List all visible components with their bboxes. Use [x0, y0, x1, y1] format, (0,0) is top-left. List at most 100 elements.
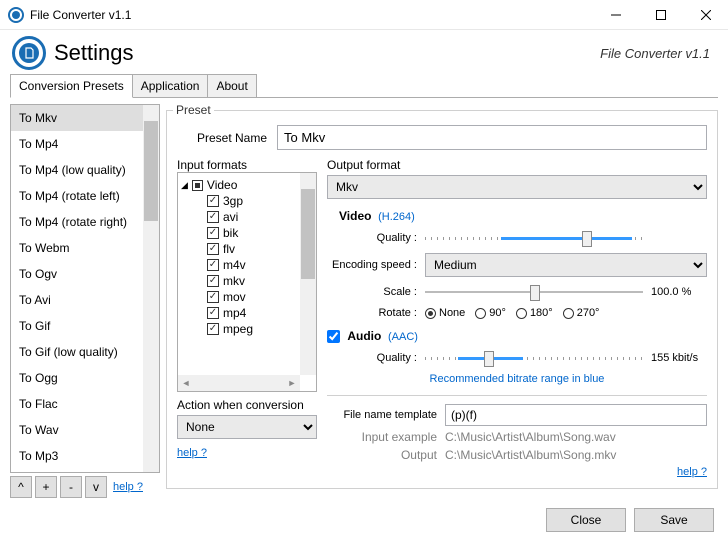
preset-group-title: Preset: [173, 103, 214, 117]
tree-tristate-checkbox[interactable]: [192, 180, 203, 191]
move-up-button[interactable]: ^: [10, 476, 32, 498]
checkbox-icon[interactable]: ✓: [207, 211, 219, 223]
output-example-label: Output: [327, 448, 437, 462]
preset-item[interactable]: To Webm: [11, 235, 159, 261]
output-format-label: Output format: [327, 158, 707, 172]
titlebar: File Converter v1.1: [0, 0, 728, 30]
checkbox-icon[interactable]: ✓: [207, 323, 219, 335]
input-formats-tree[interactable]: ◢ Video ✓3gp✓avi✓bik✓flv✓m4v✓mkv✓mov✓mp4…: [177, 172, 317, 392]
scrollbar[interactable]: [300, 173, 316, 375]
audio-section-head: Audio (AAC): [327, 329, 707, 343]
scrollbar-h[interactable]: ◄►: [178, 375, 300, 391]
preset-item[interactable]: To Mp4 (low quality): [11, 157, 159, 183]
rotate-label: Rotate :: [327, 307, 417, 319]
input-formats-label: Input formats: [177, 158, 317, 172]
scrollbar[interactable]: [143, 105, 159, 472]
tree-root-label: Video: [207, 178, 237, 192]
preset-help-link[interactable]: help ?: [113, 481, 143, 493]
filename-template-label: File name template: [327, 409, 437, 421]
preset-item[interactable]: To Avi: [11, 287, 159, 313]
radio-icon[interactable]: [516, 308, 527, 319]
preset-item[interactable]: To Wav: [11, 417, 159, 443]
rotate-option[interactable]: 180°: [516, 307, 553, 319]
preset-item[interactable]: To Ogv: [11, 261, 159, 287]
rotate-option[interactable]: None: [425, 307, 465, 319]
app-logo-icon: [12, 36, 46, 70]
checkbox-icon[interactable]: ✓: [207, 307, 219, 319]
preset-item[interactable]: To Gif (low quality): [11, 339, 159, 365]
maximize-button[interactable]: [638, 0, 683, 30]
video-codec: (H.264): [378, 211, 415, 223]
preset-item[interactable]: To Mp4: [11, 131, 159, 157]
rotate-option[interactable]: 90°: [475, 307, 506, 319]
output-format-select[interactable]: Mkv: [327, 175, 707, 199]
checkbox-icon[interactable]: ✓: [207, 291, 219, 303]
bitrate-recommendation: Recommended bitrate range in blue: [327, 373, 707, 385]
version-label: File Converter v1.1: [600, 46, 710, 61]
format-item[interactable]: ✓mp4: [181, 305, 313, 321]
preset-item[interactable]: To Mp4 (rotate left): [11, 183, 159, 209]
remove-button[interactable]: -: [60, 476, 82, 498]
format-item[interactable]: ✓avi: [181, 209, 313, 225]
checkbox-icon[interactable]: ✓: [207, 259, 219, 271]
scale-label: Scale :: [327, 286, 417, 298]
minimize-button[interactable]: [593, 0, 638, 30]
checkbox-icon[interactable]: ✓: [207, 227, 219, 239]
format-item[interactable]: ✓bik: [181, 225, 313, 241]
format-item[interactable]: ✓m4v: [181, 257, 313, 273]
preset-item[interactable]: To Mkv: [11, 105, 159, 131]
audio-quality-label: Quality :: [327, 352, 417, 364]
format-item[interactable]: ✓3gp: [181, 193, 313, 209]
checkbox-icon[interactable]: ✓: [207, 243, 219, 255]
radio-icon[interactable]: [425, 308, 436, 319]
move-down-button[interactable]: v: [85, 476, 107, 498]
audio-quality-slider[interactable]: [425, 349, 643, 367]
save-button[interactable]: Save: [634, 508, 714, 532]
checkbox-icon[interactable]: ✓: [207, 275, 219, 287]
encoding-speed-label: Encoding speed :: [327, 259, 417, 271]
audio-enable-checkbox[interactable]: [327, 330, 340, 343]
checkbox-icon[interactable]: ✓: [207, 195, 219, 207]
input-example-label: Input example: [327, 430, 437, 444]
preset-name-label: Preset Name: [197, 131, 267, 145]
tab-application[interactable]: Application: [132, 74, 209, 98]
tab-about[interactable]: About: [207, 74, 256, 98]
preset-item[interactable]: To Gif: [11, 313, 159, 339]
scale-slider[interactable]: [425, 283, 643, 301]
tree-collapse-icon[interactable]: ◢: [181, 180, 188, 191]
window-title: File Converter v1.1: [30, 8, 593, 22]
preset-list[interactable]: To MkvTo Mp4To Mp4 (low quality)To Mp4 (…: [10, 104, 160, 473]
close-button[interactable]: [683, 0, 728, 30]
preset-item[interactable]: To Ogg: [11, 365, 159, 391]
video-quality-slider[interactable]: [425, 229, 643, 247]
format-item[interactable]: ✓mov: [181, 289, 313, 305]
add-button[interactable]: +: [35, 476, 57, 498]
action-help-link[interactable]: help ?: [177, 447, 207, 459]
action-label: Action when conversion: [177, 398, 317, 412]
encoding-speed-select[interactable]: Medium: [425, 253, 707, 277]
preset-item[interactable]: To Mp4 (rotate right): [11, 209, 159, 235]
video-section-head: Video (H.264): [327, 209, 707, 223]
preset-item[interactable]: To Mp3: [11, 443, 159, 469]
format-item[interactable]: ✓flv: [181, 241, 313, 257]
format-item[interactable]: ✓mkv: [181, 273, 313, 289]
filename-help-link[interactable]: help ?: [677, 466, 707, 478]
format-item[interactable]: ✓mpeg: [181, 321, 313, 337]
filename-template-input[interactable]: [445, 404, 707, 426]
rotate-option[interactable]: 270°: [563, 307, 600, 319]
radio-icon[interactable]: [475, 308, 486, 319]
audio-codec: (AAC): [388, 331, 418, 343]
close-dialog-button[interactable]: Close: [546, 508, 626, 532]
preset-group: Preset Preset Name Input formats ◢ Video: [166, 110, 718, 489]
page-title: Settings: [54, 40, 600, 66]
preset-name-input[interactable]: [277, 125, 707, 150]
radio-icon[interactable]: [563, 308, 574, 319]
rotate-radios: None 90° 180° 270°: [425, 307, 599, 319]
scale-value: 100.0 %: [651, 286, 707, 298]
output-example-path: C:\Music\Artist\Album\Song.mkv: [445, 448, 616, 462]
preset-item[interactable]: To Flac: [11, 391, 159, 417]
action-select[interactable]: None: [177, 415, 317, 439]
tabs: Conversion Presets Application About: [0, 74, 728, 98]
tab-conversion-presets[interactable]: Conversion Presets: [10, 74, 133, 98]
app-icon: [8, 7, 24, 23]
